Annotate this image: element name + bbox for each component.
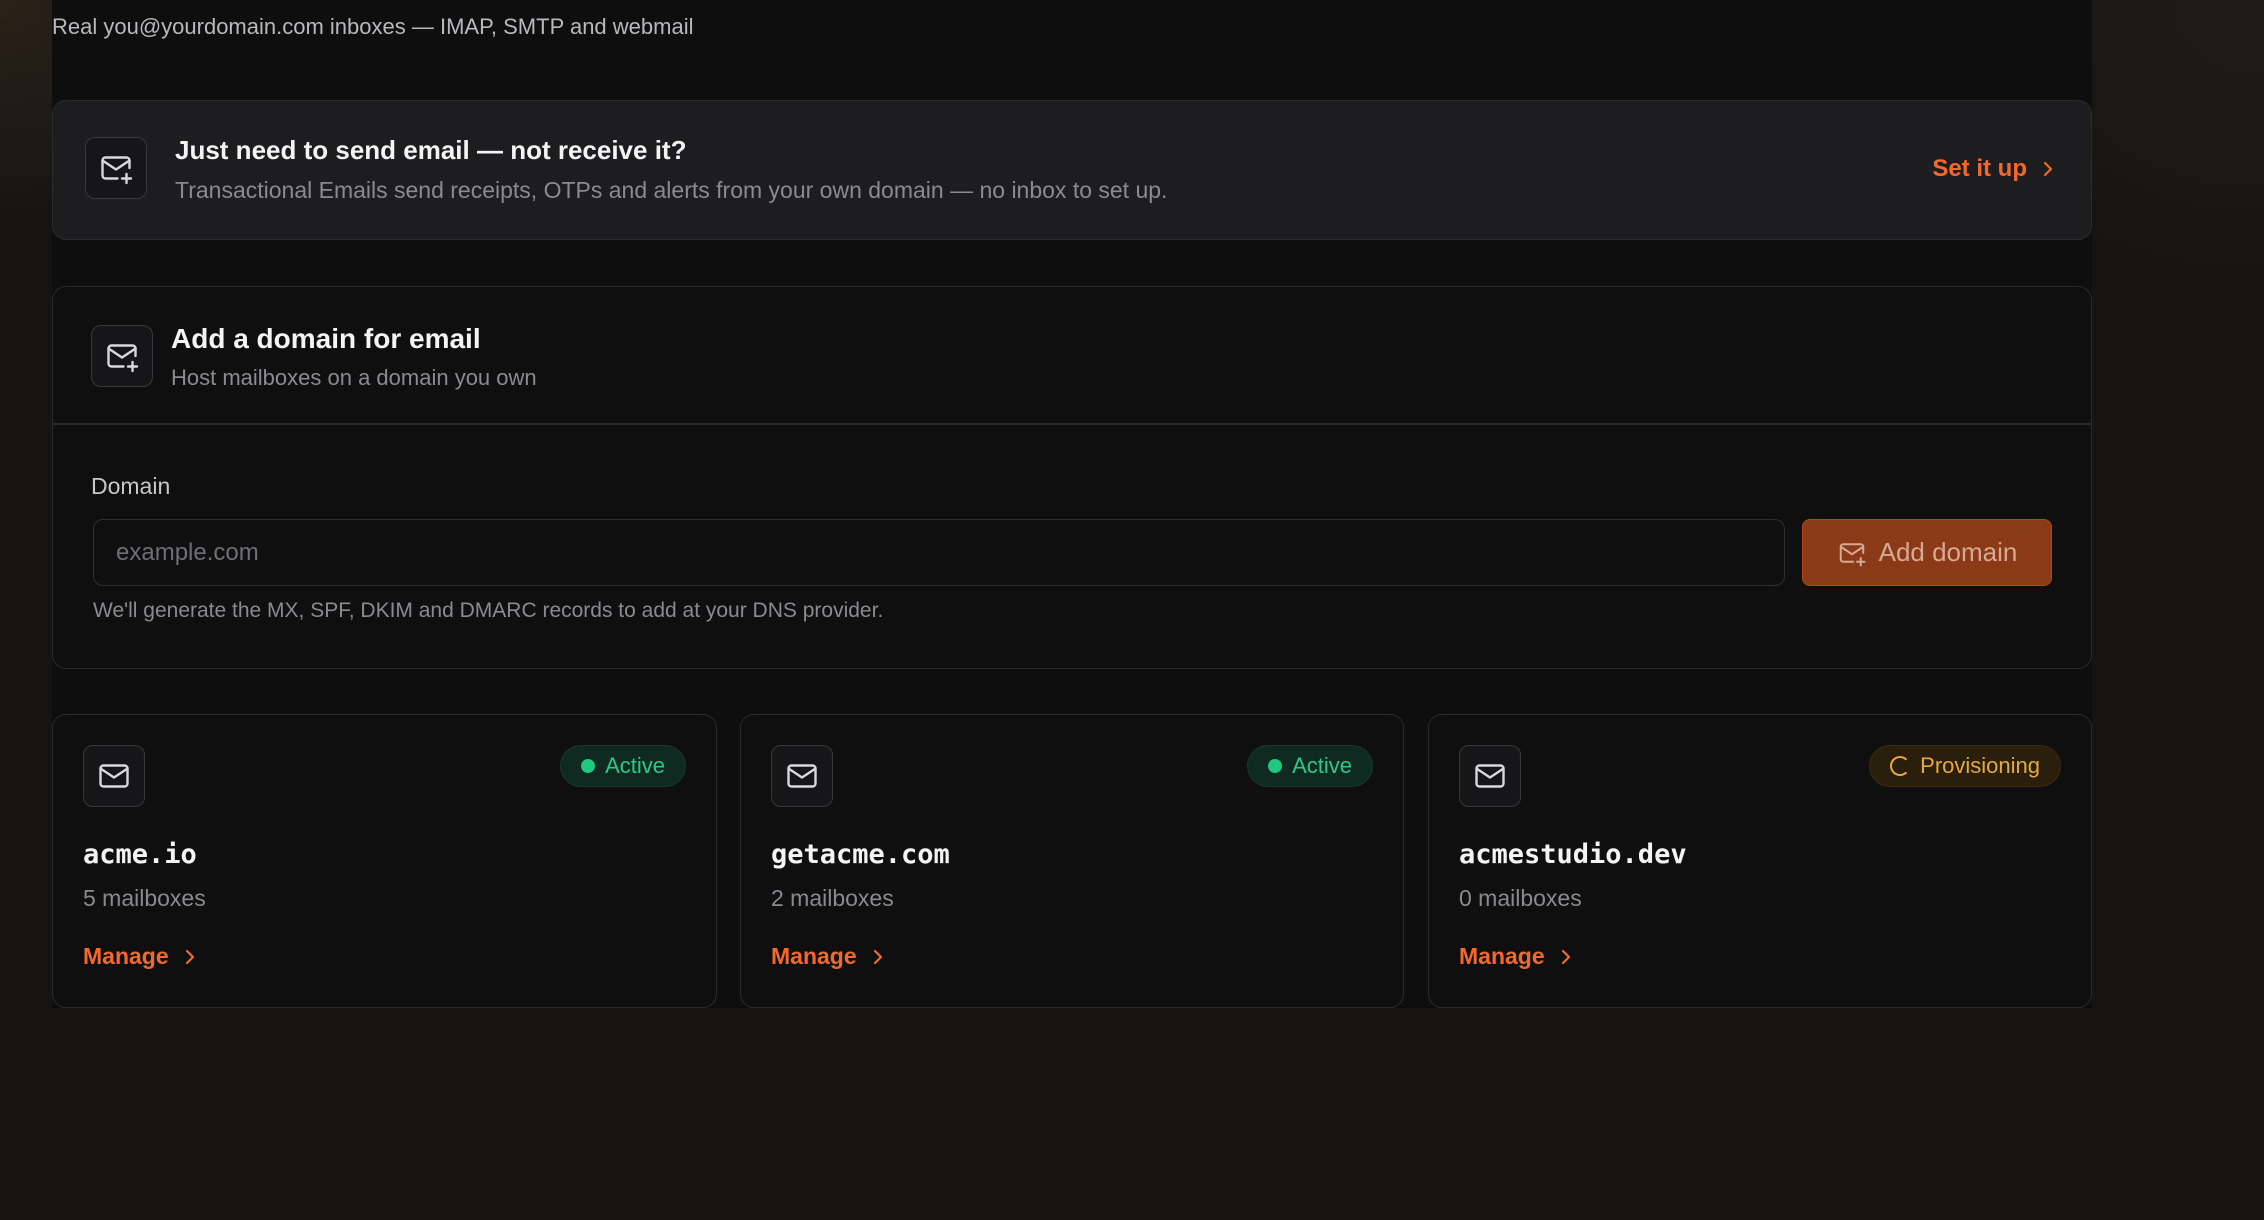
domain-name: getacme.com — [771, 839, 950, 870]
domain-input[interactable] — [93, 519, 1785, 586]
manage-link[interactable]: Manage — [1459, 943, 1573, 970]
banner-description: Transactional Emails send receipts, OTPs… — [175, 177, 1168, 203]
spinner-icon — [1890, 756, 1911, 776]
divider — [53, 423, 2091, 425]
banner-title: Just need to send email — not receive it… — [175, 135, 687, 165]
status-badge: Active — [560, 745, 686, 787]
domain-field-label: Domain — [91, 473, 171, 499]
domain-card: Provisioning acmestudio.dev 0 mailboxes … — [1428, 714, 2092, 1008]
mail-icon — [83, 745, 145, 807]
status-label: Active — [605, 753, 665, 778]
add-domain-title: Add a domain for email — [171, 323, 481, 354]
mail-icon — [771, 745, 833, 807]
mailbox-count: 2 mailboxes — [771, 885, 894, 911]
status-dot-icon — [581, 759, 596, 773]
status-label: Provisioning — [1920, 753, 2040, 778]
dns-helper-text: We'll generate the MX, SPF, DKIM and DMA… — [93, 599, 884, 622]
manage-link[interactable]: Manage — [771, 943, 885, 970]
set-it-up-link[interactable]: Set it up — [1932, 155, 2055, 183]
main-content: Real you@yourdomain.com inboxes — IMAP, … — [52, 0, 2092, 1008]
add-domain-subtitle: Host mailboxes on a domain you own — [171, 365, 537, 390]
domain-name: acme.io — [83, 839, 197, 870]
manage-label: Manage — [771, 943, 857, 969]
chevron-right-icon — [2043, 161, 2053, 177]
mail-plus-icon — [85, 137, 147, 199]
domain-card: Active acme.io 5 mailboxes Manage — [52, 714, 717, 1008]
transactional-email-banner: Just need to send email — not receive it… — [52, 100, 2092, 240]
mail-icon — [1459, 745, 1521, 807]
chevron-right-icon — [185, 949, 194, 964]
status-badge: Provisioning — [1869, 745, 2061, 787]
status-badge: Active — [1247, 745, 1373, 787]
status-dot-icon — [1268, 759, 1283, 773]
chevron-right-icon — [873, 949, 882, 964]
add-domain-button[interactable]: Add domain — [1802, 519, 2052, 586]
add-domain-button-label: Add domain — [1878, 537, 2018, 567]
domain-name: acmestudio.dev — [1459, 839, 1687, 870]
page-subtitle: Real you@yourdomain.com inboxes — IMAP, … — [52, 14, 694, 39]
mail-plus-icon — [1839, 542, 1866, 566]
mail-plus-icon — [91, 325, 153, 387]
add-domain-card: Add a domain for email Host mailboxes on… — [52, 286, 2092, 669]
manage-label: Manage — [1459, 943, 1545, 969]
set-it-up-label: Set it up — [1932, 155, 2027, 182]
manage-link[interactable]: Manage — [83, 943, 197, 970]
chevron-right-icon — [1561, 949, 1570, 964]
status-label: Active — [1292, 753, 1352, 778]
manage-label: Manage — [83, 943, 169, 969]
domain-card: Active getacme.com 2 mailboxes Manage — [740, 714, 1404, 1008]
mailbox-count: 0 mailboxes — [1459, 885, 1582, 911]
mailbox-count: 5 mailboxes — [83, 885, 206, 911]
